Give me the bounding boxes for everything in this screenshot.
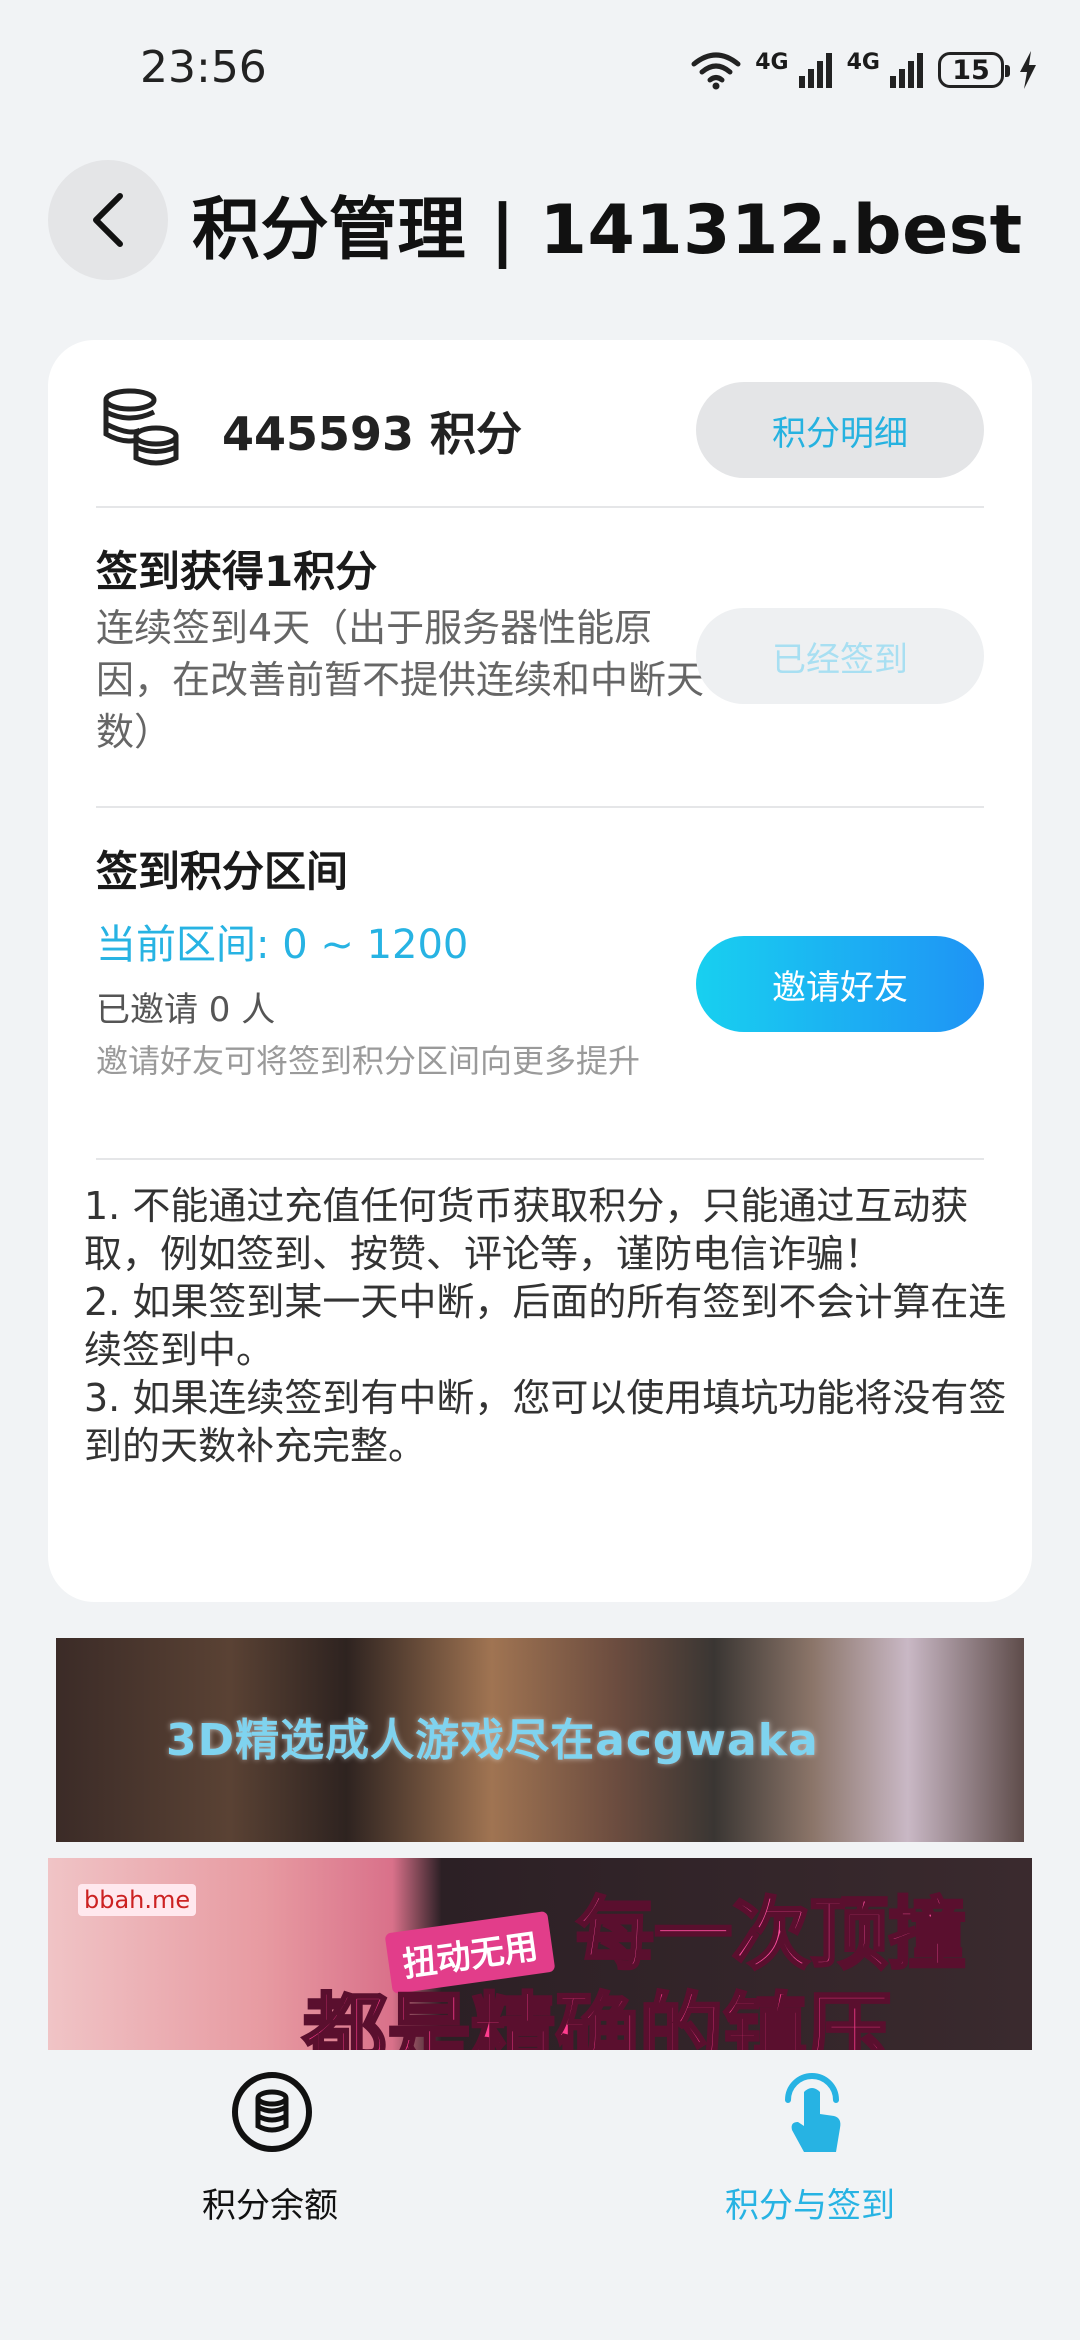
divider: [96, 806, 984, 808]
range-title: 签到积分区间: [96, 847, 349, 896]
chevron-left-icon: [93, 193, 123, 247]
tab-label: 积分与签到: [725, 2186, 895, 2226]
ad-logo: bbah.me: [78, 1884, 197, 1916]
bottom-tab-bar: 积分余额 积分与签到: [0, 2050, 1080, 2340]
divider: [96, 1158, 984, 1160]
signin-description: 连续签到4天（出于服务器性能原因，在改善前暂不提供连续和中断天数）: [96, 606, 705, 754]
rule-item: 1. 不能通过充值任何货币获取积分，只能通过互动获取，例如签到、按赞、评论等，谨…: [84, 1184, 969, 1276]
rule-item: 3. 如果连续签到有中断，您可以使用填坑功能将没有签到的天数补充完整。: [84, 1376, 1007, 1468]
divider: [96, 506, 984, 508]
rules-list: 1. 不能通过充值任何货币获取积分，只能通过互动获取，例如签到、按赞、评论等，谨…: [84, 1182, 1024, 1470]
battery-level: 15: [952, 54, 990, 86]
back-button[interactable]: [48, 160, 168, 280]
header: 积分管理 | 141312.best: [0, 150, 1080, 290]
signal-icon: [798, 53, 832, 88]
points-value: 445593 积分: [222, 407, 523, 461]
points-detail-button[interactable]: 积分明细: [696, 382, 984, 478]
tab-points-balance[interactable]: 积分余额: [120, 2070, 420, 2270]
ad-banner-text: 3D精选成人游戏尽在acgwaka: [166, 1715, 819, 1766]
network-type-1: 4G: [755, 49, 789, 75]
ad-headline: 都是精确的镇压: [301, 1983, 892, 2051]
tap-hand-icon: [785, 2073, 841, 2152]
battery-indicator: 15: [938, 52, 1010, 88]
points-card: 445593 积分 积分明细 签到获得1积分 连续签到4天（出于服务器性能原因，…: [48, 340, 1032, 1602]
page-title: 积分管理 | 141312.best: [192, 191, 1023, 270]
rule-item: 2. 如果签到某一天中断，后面的所有签到不会计算在连续签到中。: [84, 1280, 1007, 1372]
signin-title: 签到获得1积分: [96, 547, 378, 596]
database-coin-icon: [232, 2072, 312, 2152]
invite-friends-button[interactable]: 邀请好友: [696, 936, 984, 1032]
status-bar: 23:56 4G 4G 15: [0, 0, 1080, 140]
ad-banner-game[interactable]: 3D精选成人游戏尽在acgwaka: [56, 1638, 1024, 1842]
current-range: 当前区间: 0 ~ 1200: [96, 922, 469, 968]
invite-hint: 邀请好友可将签到积分区间向更多提升: [96, 1042, 641, 1080]
invited-count: 已邀请 0 人: [96, 990, 276, 1030]
signed-in-button[interactable]: 已经签到: [696, 608, 984, 704]
status-icons: 4G 4G 15: [691, 44, 1038, 96]
tab-label: 积分余额: [202, 2186, 338, 2226]
wifi-icon: [691, 52, 741, 90]
tab-points-signin[interactable]: 积分与签到: [660, 2070, 960, 2270]
points-balance-row: 445593 积分 积分明细: [48, 340, 1032, 508]
signal-icon: [890, 53, 923, 88]
network-type-2: 4G: [846, 49, 880, 75]
ad-banner-comic[interactable]: bbah.me 扭动无用 每一次顶撞 都是精确的镇压: [48, 1858, 1032, 2050]
status-time: 23:56: [140, 42, 267, 93]
coin-stack-icon: [103, 388, 179, 466]
charging-bolt-icon: [1020, 51, 1036, 89]
